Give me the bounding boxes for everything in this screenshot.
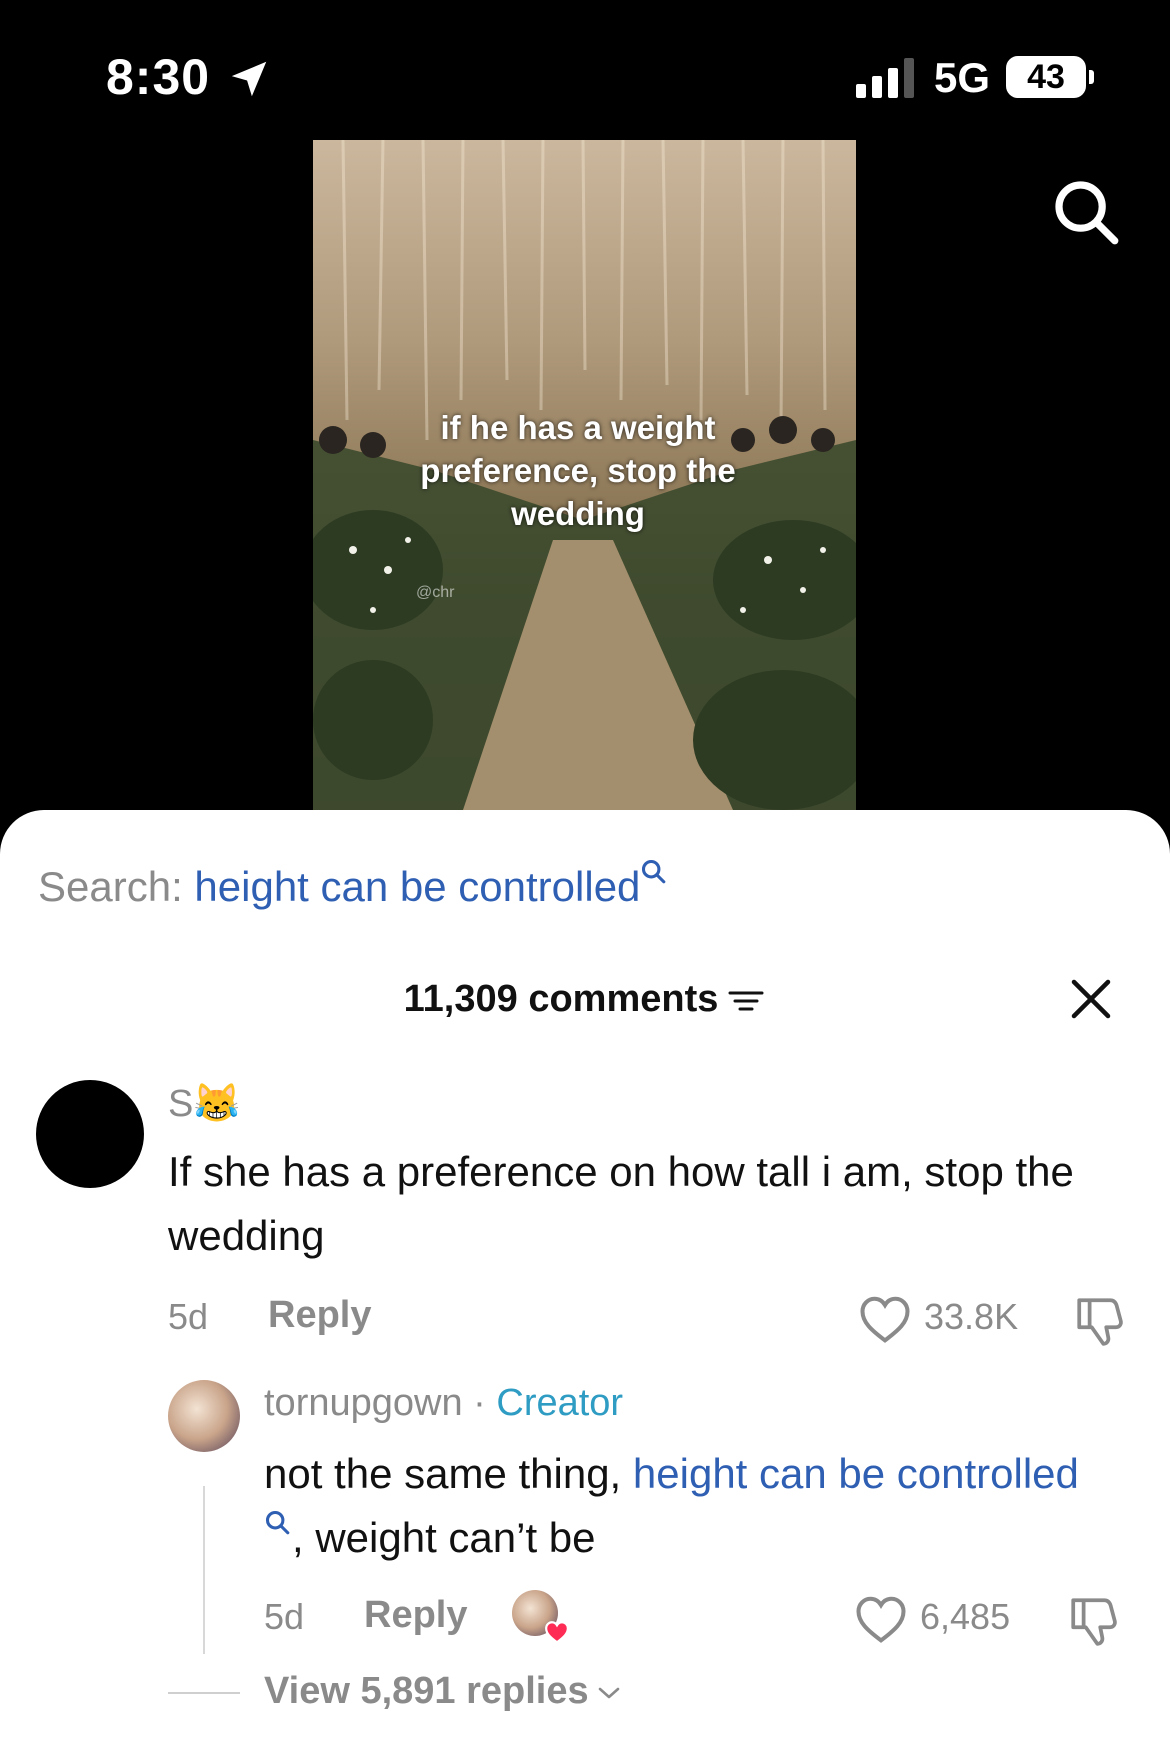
reply-search-link[interactable]: height can be controlled	[633, 1450, 1079, 1497]
signal-bars-icon	[856, 58, 914, 98]
dislike-icon[interactable]	[1072, 1294, 1128, 1348]
battery-indicator: 43	[1006, 56, 1086, 98]
heart-icon[interactable]	[858, 1294, 912, 1344]
video-player[interactable]: if he has a weight preference, stop the …	[313, 140, 856, 810]
status-time: 8:30	[106, 49, 211, 105]
reply-text: not the same thing, height can be contro…	[264, 1442, 1104, 1570]
comment-age: 5d	[168, 1296, 209, 1337]
replies-divider	[168, 1692, 240, 1694]
like-count: 33.8K	[924, 1296, 1019, 1337]
comment-text: If she has a preference on how tall i am…	[168, 1148, 1074, 1259]
network-type: 5G	[934, 54, 991, 101]
creator-badge: Creator	[496, 1382, 624, 1424]
reply-text-before: not the same thing,	[264, 1450, 633, 1497]
close-icon[interactable]	[1066, 974, 1116, 1024]
creator-heart-icon	[545, 1621, 569, 1644]
chevron-down-icon	[598, 1687, 619, 1699]
comment-username[interactable]: S😹	[168, 1082, 241, 1126]
search-suggestion[interactable]: Search: height can be controlled	[38, 858, 668, 911]
comments-header: 11,309 comments	[0, 978, 1170, 1021]
reply-username[interactable]: tornupgown	[264, 1382, 463, 1424]
dislike-icon[interactable]	[1066, 1594, 1122, 1648]
thread-line	[203, 1486, 205, 1654]
search-icon[interactable]	[1050, 176, 1122, 248]
video-caption: if he has a weight preference, stop the …	[420, 409, 736, 532]
search-label: Search:	[38, 863, 183, 910]
comment-count: 11,309 comments	[403, 978, 719, 1020]
heart-icon[interactable]	[854, 1594, 908, 1644]
search-query-link[interactable]: height can be controlled	[194, 863, 640, 910]
creator-avatar[interactable]	[168, 1380, 240, 1452]
name-separator: ·	[462, 1382, 497, 1424]
video-watermark: @chr	[416, 584, 455, 601]
like-count: 6,485	[920, 1596, 1011, 1637]
search-icon	[642, 859, 666, 884]
comments-sheet: Search: height can be controlled 11,309 …	[0, 810, 1170, 1752]
view-replies-button[interactable]: View 5,891 replies	[264, 1670, 623, 1713]
reply-age: 5d	[264, 1596, 305, 1637]
reply-button[interactable]: Reply	[364, 1594, 467, 1637]
search-icon	[265, 1510, 290, 1535]
filter-icon[interactable]	[726, 984, 766, 1018]
location-arrow-icon	[231, 61, 267, 97]
reply-button[interactable]: Reply	[268, 1294, 371, 1337]
reply-text-after: , weight can’t be	[292, 1514, 596, 1561]
status-bar: 8:30 5G 43	[0, 0, 1170, 140]
battery-nub	[1089, 70, 1094, 84]
view-replies-label: View 5,891 replies	[264, 1670, 589, 1712]
avatar[interactable]	[36, 1080, 144, 1188]
reply-username-row: tornupgown · Creator	[264, 1382, 623, 1425]
